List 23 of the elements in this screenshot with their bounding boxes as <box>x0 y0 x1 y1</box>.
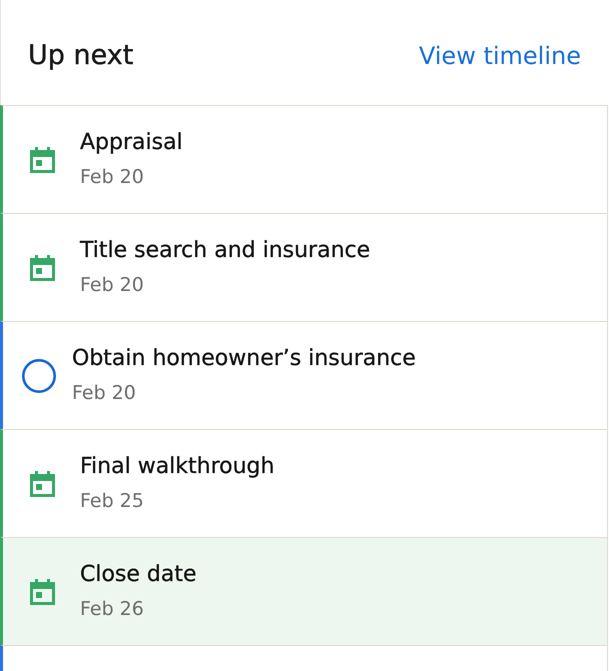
item-date: Feb 26 <box>80 596 145 620</box>
item-date: Feb 20 <box>72 380 137 404</box>
item-title: Appraisal <box>80 128 183 156</box>
item-title: Obtain homeowner’s insurance <box>72 344 416 372</box>
timeline-card[interactable]: Title search and insurance Feb 20 <box>0 213 608 321</box>
item-date: Feb 20 <box>80 164 145 188</box>
section-title: Up next <box>28 40 134 71</box>
view-timeline-link[interactable]: View timeline <box>418 42 581 70</box>
calendar-icon <box>30 146 55 172</box>
item-date: Feb 25 <box>80 488 145 512</box>
calendar-icon <box>30 470 55 496</box>
item-title: Close date <box>80 560 197 588</box>
item-date: Feb 20 <box>80 272 145 296</box>
timeline-card[interactable]: Obtain homeowner’s insurance Feb 20 <box>0 321 608 429</box>
timeline-card[interactable]: Close date Feb 26 <box>0 537 608 645</box>
calendar-icon <box>30 578 55 604</box>
timeline-card[interactable]: Appraisal Feb 20 <box>0 105 608 213</box>
circle-icon <box>22 358 56 392</box>
item-title: Title search and insurance <box>80 236 370 264</box>
timeline-card[interactable] <box>0 645 608 671</box>
calendar-icon <box>30 254 55 280</box>
item-title: Final walkthrough <box>80 452 274 480</box>
timeline-card[interactable]: Final walkthrough Feb 25 <box>0 429 608 537</box>
